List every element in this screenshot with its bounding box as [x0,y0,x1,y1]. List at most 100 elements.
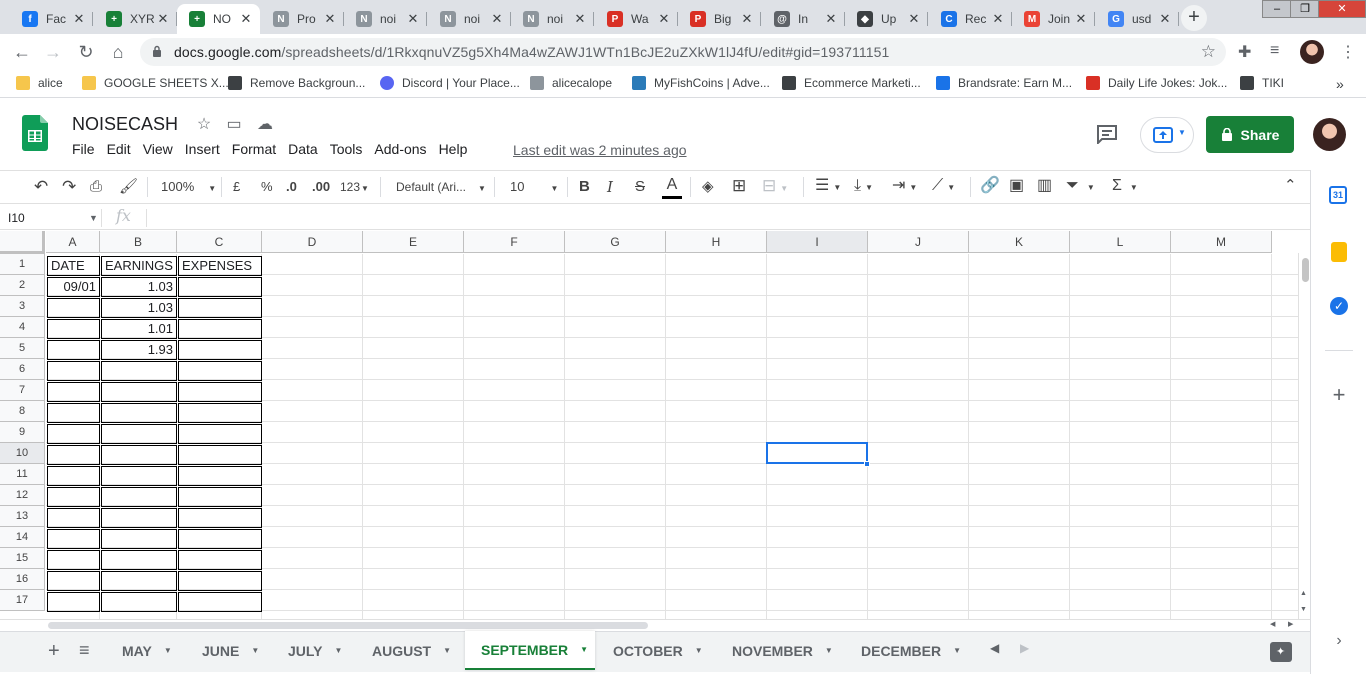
bookmarks-more-button[interactable]: » [1336,76,1344,92]
data-cell[interactable] [101,445,177,465]
scroll-tabs-right-icon[interactable]: ▶ [1020,641,1029,655]
insert-link-icon[interactable]: 🔗 [980,177,1000,195]
scroll-right-icon[interactable]: ▶ [1288,620,1293,628]
column-header[interactable]: B [100,231,177,253]
bookmark-item[interactable]: TIKI [1240,76,1284,90]
menu-add-ons[interactable]: Add-ons [368,141,432,161]
add-sheet-icon[interactable]: + [48,640,60,663]
fill-handle[interactable] [864,461,870,467]
column-header[interactable]: M [1171,231,1272,253]
data-cell[interactable] [47,550,100,570]
row-header[interactable]: 9 [0,422,45,443]
data-cell[interactable] [178,592,262,612]
insert-comment-icon[interactable]: ▣ [1009,177,1024,195]
browser-tab[interactable]: Nnoi ✕ [511,4,594,34]
extensions-icon[interactable]: ✚ [1238,42,1251,62]
data-cell[interactable] [47,319,100,339]
tasks-icon[interactable]: ✓ [1329,297,1349,317]
profile-avatar[interactable] [1300,40,1324,64]
undo-icon[interactable]: ↶ [34,178,48,196]
data-cell[interactable] [178,424,262,444]
cloud-status-icon[interactable]: ☁ [256,116,274,134]
row-header[interactable]: 6 [0,359,45,380]
column-header[interactable]: H [666,231,767,253]
present-button[interactable]: ▼ [1140,117,1194,153]
row-header[interactable]: 17 [0,590,45,611]
data-cell[interactable] [178,571,262,591]
row-header[interactable]: 11 [0,464,45,485]
redo-icon[interactable]: ↷ [62,178,76,196]
browser-tab[interactable]: ◆ Up ✕ [845,4,928,34]
row-header[interactable]: 1 [0,254,45,275]
bookmark-item[interactable]: alicecalope [530,76,612,90]
keep-icon[interactable] [1329,242,1349,262]
browser-tab[interactable]: Gusd ✕ [1096,4,1179,34]
explore-icon[interactable]: ✦ [1270,642,1292,662]
close-window-button[interactable]: ✕ [1318,0,1366,18]
bookmark-item[interactable]: GOOGLE SHEETS X... [82,76,229,90]
browser-tab[interactable]: C Rec ✕ [929,4,1012,34]
close-tab-icon[interactable]: ✕ [1073,11,1089,27]
data-cell[interactable] [178,508,262,528]
data-cell[interactable] [178,445,262,465]
column-header[interactable]: G [565,231,666,253]
filter-icon[interactable]: ⏷ ▼ [1066,177,1095,195]
data-cell[interactable] [178,529,262,549]
merge-cells-icon[interactable]: ⊟ ▼ [762,177,788,195]
row-header[interactable]: 4 [0,317,45,338]
bookmark-item[interactable]: Daily Life Jokes: Jok... [1086,76,1227,90]
browser-tab[interactable]: M Join ✕ [1012,4,1095,34]
expand-side-panel-icon[interactable]: › [1329,632,1349,652]
document-title[interactable]: NOISECASH [72,114,178,135]
close-tab-icon[interactable]: ✕ [238,11,254,27]
bookmark-item[interactable]: alice [16,76,63,90]
italic-button[interactable]: I [607,178,613,196]
column-header[interactable]: J [868,231,969,253]
data-cell[interactable] [101,487,177,507]
data-cell[interactable] [101,424,177,444]
close-tab-icon[interactable]: ✕ [990,11,1006,27]
functions-icon[interactable]: Σ ▼ [1112,177,1138,195]
chevron-down-icon[interactable]: ▼ [580,645,588,654]
reload-icon[interactable]: ↻ [75,41,97,63]
bookmark-item[interactable]: Discord | Your Place... [380,76,520,90]
close-tab-icon[interactable]: ✕ [489,11,505,27]
bookmark-item[interactable]: Remove Backgroun... [228,76,365,90]
row-header[interactable]: 8 [0,401,45,422]
chevron-down-icon[interactable]: ▼ [443,646,451,655]
chevron-down-icon[interactable]: ▼ [251,646,259,655]
row-header[interactable]: 7 [0,380,45,401]
browser-tab[interactable]: P Wa ✕ [595,4,678,34]
data-cell[interactable] [101,529,177,549]
data-cell[interactable] [101,403,177,423]
close-tab-icon[interactable]: ✕ [322,11,338,27]
bookmark-item[interactable]: MyFishCoins | Adve... [632,76,770,90]
maximize-button[interactable]: ❐ [1290,0,1320,18]
data-cell[interactable]: 09/01 [47,277,100,297]
vertical-align-icon[interactable]: ⤓ ▼ [854,177,873,195]
get-addons-icon[interactable]: + [1329,384,1349,406]
name-box-dropdown-icon[interactable]: ▼ [89,213,98,223]
data-cell[interactable] [101,592,177,612]
close-tab-icon[interactable]: ✕ [823,11,839,27]
forward-icon[interactable]: → [42,41,64,63]
data-cell[interactable] [47,361,100,381]
calendar-icon[interactable]: 31 [1329,186,1349,206]
row-header[interactable]: 10 [0,443,45,464]
zoom-select[interactable]: 100% ▼ [161,178,216,196]
data-cell[interactable] [47,382,100,402]
sheet-tab[interactable]: SEPTEMBER ▼ [465,631,595,670]
sheet-tab[interactable]: JUNE ▼ [190,631,266,670]
menu-edit[interactable]: Edit [101,141,137,161]
data-cell[interactable] [178,550,262,570]
last-edit-link[interactable]: Last edit was 2 minutes ago [513,142,687,158]
close-tab-icon[interactable]: ✕ [71,11,87,27]
data-cell[interactable] [47,571,100,591]
strikethrough-button[interactable]: S [635,178,645,196]
data-cell[interactable] [178,340,262,360]
data-cell[interactable]: 1.03 [101,298,177,318]
print-icon[interactable]: ⎙ [90,178,102,196]
browser-tab[interactable]: + NO ✕ [177,4,260,34]
data-cell[interactable] [47,466,100,486]
account-avatar[interactable] [1313,118,1346,151]
